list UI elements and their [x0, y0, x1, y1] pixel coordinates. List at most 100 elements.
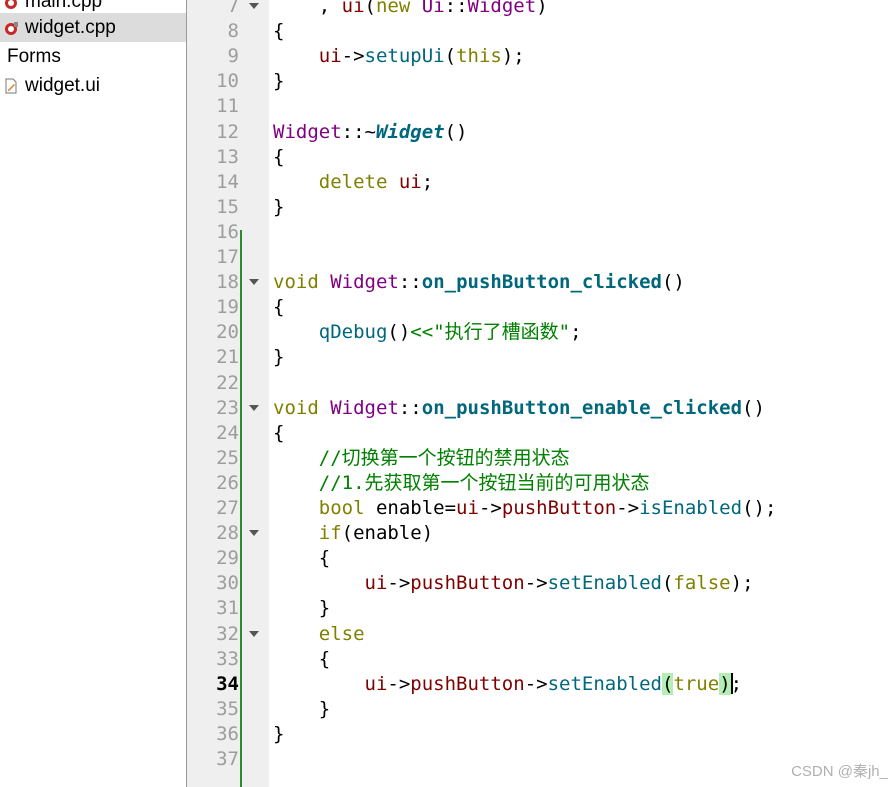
line-number: 28	[216, 522, 239, 544]
code-token: if	[318, 522, 342, 544]
cpp-file-icon	[5, 0, 17, 9]
code-line: {	[273, 19, 284, 44]
code-token: ui	[341, 0, 365, 17]
line-number: 18	[216, 271, 239, 293]
code-line: {	[273, 145, 284, 170]
line-number: 8	[227, 20, 239, 42]
code-token: (	[661, 572, 674, 594]
code-line: }	[273, 195, 284, 220]
code-token: ;	[570, 321, 582, 343]
code-token: {	[273, 146, 285, 168]
line-number: 27	[216, 497, 239, 519]
code-token: }	[273, 196, 285, 218]
code-token: );	[730, 572, 754, 594]
code-token: on_pushButton_enable_clicked	[421, 397, 743, 419]
line-number: 31	[216, 597, 239, 619]
code-token: false	[673, 572, 731, 594]
code-token: ui	[364, 673, 388, 695]
code-token: Widget	[467, 0, 537, 17]
ui-file-icon	[5, 78, 17, 94]
fold-toggle-icon[interactable]	[248, 622, 260, 647]
code-token: ui	[456, 497, 479, 519]
tree-item-widget-ui[interactable]: widget.ui	[0, 71, 186, 100]
code-line: }	[273, 697, 330, 722]
code-token: ->	[387, 572, 411, 594]
tree-group-forms[interactable]: Forms	[0, 42, 186, 71]
line-number: 32	[216, 623, 239, 645]
fold-toggle-icon[interactable]	[248, 0, 260, 19]
code-token: void	[273, 397, 319, 419]
code-token: new	[375, 0, 411, 17]
line-number: 9	[227, 45, 239, 67]
code-token: ->	[524, 673, 548, 695]
code-token: void	[273, 271, 319, 293]
code-token: ::	[398, 397, 422, 419]
line-number: 17	[216, 246, 239, 268]
fold-toggle-icon[interactable]	[248, 521, 260, 546]
code-token: ()	[661, 271, 685, 293]
code-token: (	[661, 673, 674, 695]
code-token: ::	[398, 271, 422, 293]
code-line: delete ui;	[273, 170, 433, 195]
code-token: ::	[444, 0, 468, 17]
code-token: ui	[398, 171, 422, 193]
line-number: 7	[227, 0, 239, 17]
code-token: //切换第一个按钮的禁用状态	[318, 447, 570, 469]
code-token: }	[273, 597, 331, 619]
code-line: if(enable)	[273, 521, 433, 546]
code-token: pushButton	[410, 673, 525, 695]
line-number: 34	[216, 673, 239, 695]
code-token: ui	[364, 572, 388, 594]
code-token: Widget	[375, 121, 445, 143]
line-number: 16	[216, 221, 239, 243]
fold-toggle-icon[interactable]	[248, 270, 260, 295]
code-line: Widget::~Widget()	[273, 120, 468, 145]
cpp-file-icon	[5, 22, 18, 35]
code-token: isEnabled	[639, 497, 743, 519]
code-line: {	[273, 421, 284, 446]
change-indicator-bar	[240, 230, 242, 787]
code-token: ,	[273, 0, 342, 17]
code-line: }	[273, 345, 284, 370]
code-line: qDebug()<<"执行了槽函数";	[273, 320, 582, 345]
code-line: }	[273, 722, 284, 747]
line-number: 26	[216, 472, 239, 494]
code-line: ui->pushButton->setEnabled(true);	[273, 672, 742, 697]
code-token: ;	[421, 171, 434, 193]
code-line: void Widget::on_pushButton_enable_clicke…	[273, 396, 765, 421]
line-number: 15	[216, 196, 239, 218]
code-token: Ui	[421, 0, 445, 17]
code-token: "执行了槽函数"	[433, 321, 571, 343]
code-line: }	[273, 596, 330, 621]
code-token: pushButton	[501, 497, 617, 519]
line-number: 20	[216, 321, 239, 343]
code-line: //1.先获取第一个按钮当前的可用状态	[273, 471, 650, 496]
code-line: //切换第一个按钮的禁用状态	[273, 446, 570, 471]
code-token: ()	[444, 121, 468, 143]
code-token: (enable)	[341, 522, 434, 544]
line-number: 35	[216, 698, 239, 720]
line-number: 13	[216, 146, 239, 168]
code-token: }	[273, 346, 285, 368]
tree-item-widget-cpp[interactable]: widget.cpp	[0, 13, 186, 42]
code-editor[interactable]	[269, 0, 894, 787]
code-token: (	[364, 0, 376, 17]
code-token: ();	[742, 497, 777, 519]
code-line: bool enable=ui->pushButton->isEnabled();	[273, 496, 777, 521]
code-token: Widget	[330, 271, 399, 293]
code-token: }	[273, 70, 285, 92]
code-token: ()	[742, 397, 765, 419]
code-line: ui->setupUi(this);	[273, 44, 525, 69]
code-token: ::~	[341, 121, 376, 143]
code-line: void Widget::on_pushButton_clicked()	[273, 270, 685, 295]
fold-toggle-icon[interactable]	[248, 396, 260, 421]
